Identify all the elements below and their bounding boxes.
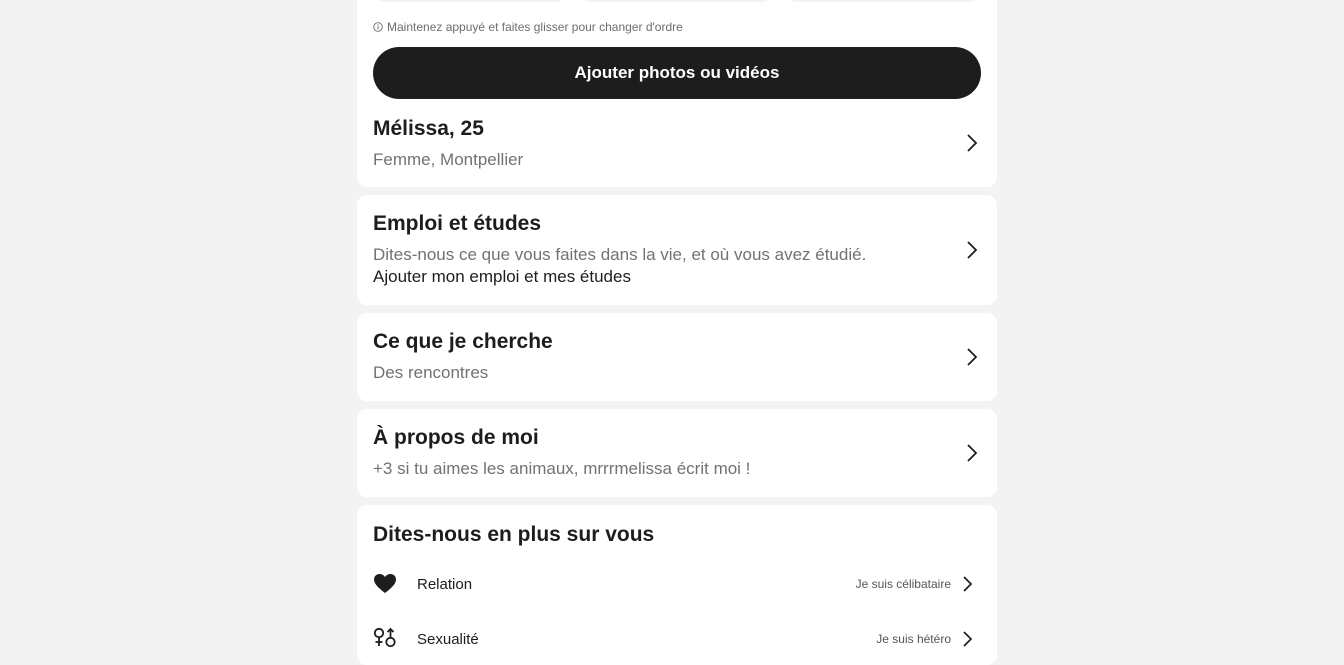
- about-me-content: À propos de moi +3 si tu aimes les anima…: [373, 426, 750, 480]
- name-age: Mélissa, 25: [373, 117, 484, 140]
- photo-slot[interactable]: [373, 0, 568, 2]
- chevron-right-icon[interactable]: [965, 347, 979, 367]
- heart-icon: [365, 572, 405, 596]
- relationship-value: Je suis célibataire: [855, 577, 951, 591]
- chevron-right-icon: [963, 631, 973, 647]
- photos-card: Maintenez appuyé et faites glisser pour …: [357, 0, 997, 187]
- looking-for-title: Ce que je cherche: [373, 330, 553, 353]
- sexuality-row[interactable]: Sexualité Je suis hétéro: [373, 625, 981, 653]
- more-about-you-title: Dites-nous en plus sur vous: [373, 523, 655, 546]
- job-studies-title: Emploi et études: [373, 212, 542, 235]
- looking-for-value: Des rencontres: [373, 363, 489, 382]
- photo-slot[interactable]: [579, 0, 774, 2]
- chevron-right-icon: [963, 576, 973, 592]
- add-job-studies-link[interactable]: Ajouter mon emploi et mes études: [373, 266, 866, 288]
- sexuality-value: Je suis hétéro: [876, 632, 951, 646]
- more-about-you-card: Dites-nous en plus sur vous Relation Je …: [357, 505, 997, 665]
- chevron-right-icon[interactable]: [965, 443, 979, 463]
- profile-edit-column: Maintenez appuyé et faites glisser pour …: [357, 0, 997, 665]
- sexuality-label: Sexualité: [417, 630, 479, 648]
- reorder-hint-text: Maintenez appuyé et faites glisser pour …: [387, 20, 683, 34]
- job-studies-content: Emploi et études Dites-nous ce que vous …: [373, 212, 866, 288]
- identity-section[interactable]: Mélissa, 25 Femme, Montpellier: [373, 117, 523, 171]
- about-me-text: +3 si tu aimes les animaux, mrrrmelissa …: [373, 459, 751, 478]
- about-me-title: À propos de moi: [373, 426, 539, 449]
- looking-for-content: Ce que je cherche Des rencontres: [373, 330, 553, 384]
- chevron-right-icon[interactable]: [965, 240, 979, 260]
- gender-symbols-icon: [365, 627, 405, 651]
- info-icon: [373, 22, 383, 32]
- about-me-card[interactable]: À propos de moi +3 si tu aimes les anima…: [357, 409, 997, 497]
- reorder-hint: Maintenez appuyé et faites glisser pour …: [373, 20, 683, 34]
- looking-for-card[interactable]: Ce que je cherche Des rencontres: [357, 313, 997, 401]
- gender-city: Femme, Montpellier: [373, 150, 524, 169]
- job-studies-card[interactable]: Emploi et études Dites-nous ce que vous …: [357, 195, 997, 305]
- job-studies-description: Dites-nous ce que vous faites dans la vi…: [373, 245, 867, 264]
- chevron-right-icon[interactable]: [965, 133, 979, 153]
- relationship-row[interactable]: Relation Je suis célibataire: [373, 570, 981, 598]
- relationship-label: Relation: [417, 575, 473, 593]
- photo-slot[interactable]: [785, 0, 981, 2]
- add-photos-button[interactable]: Ajouter photos ou vidéos: [373, 47, 981, 99]
